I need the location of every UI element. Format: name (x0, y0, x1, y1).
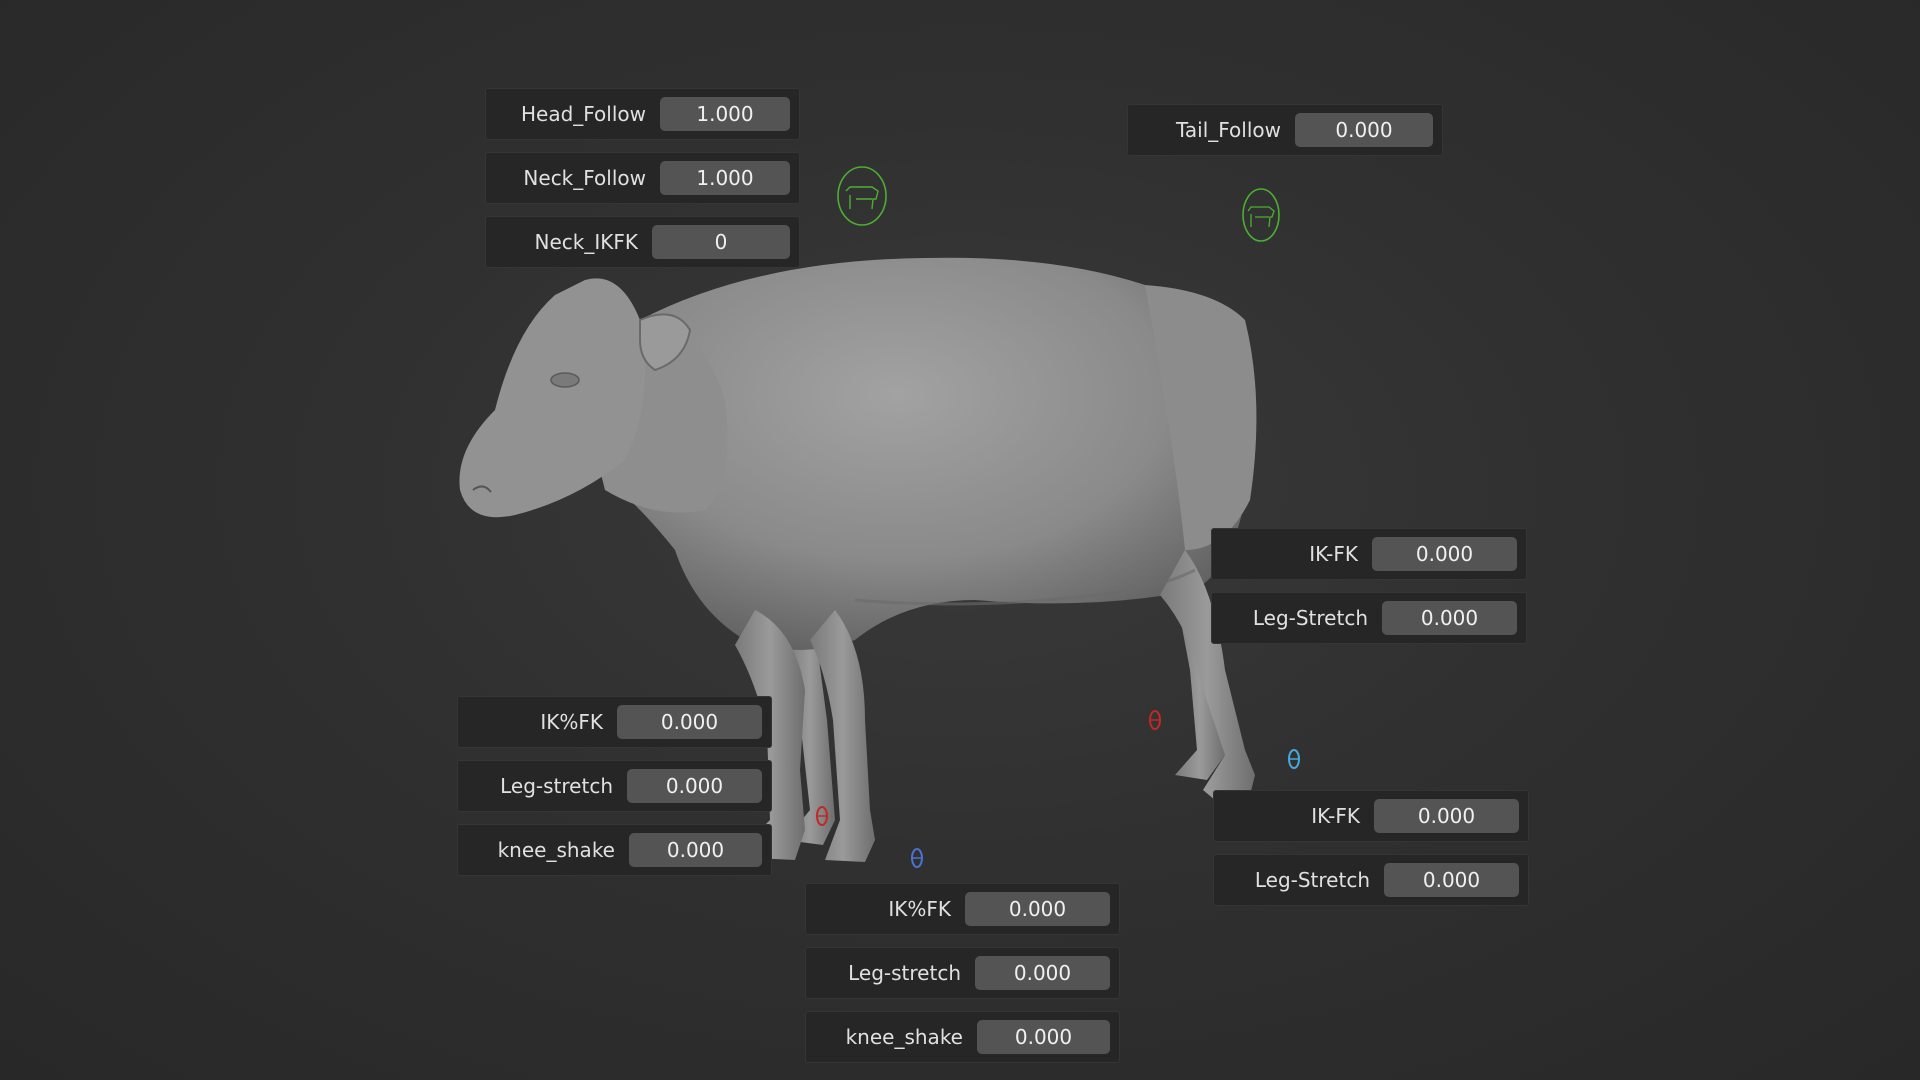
tail-follow-field[interactable]: 0.000 (1295, 113, 1433, 147)
front-right-stretch-field[interactable]: 0.000 (975, 956, 1110, 990)
front-left-stretch-row: Leg-stretch 0.000 (457, 760, 772, 812)
back-far-stretch-field[interactable]: 0.000 (1384, 863, 1519, 897)
head-follow-field[interactable]: 1.000 (660, 97, 790, 131)
front-left-stretch-field[interactable]: 0.000 (627, 769, 762, 803)
front-left-ikfk-label: IK%FK (540, 710, 603, 734)
back-near-stretch-field[interactable]: 0.000 (1382, 601, 1517, 635)
front-left-stretch-label: Leg-stretch (500, 774, 613, 798)
tail-follow-row: Tail_Follow 0.000 (1127, 104, 1443, 156)
front-left-knee-label: knee_shake (497, 838, 615, 862)
neck-follow-field[interactable]: 1.000 (660, 161, 790, 195)
3d-viewport[interactable]: Head_Follow 1.000 Neck_Follow 1.000 Neck… (0, 0, 1920, 1080)
head-control-icon[interactable] (836, 165, 888, 227)
back-far-ikfk-row: IK-FK 0.000 (1213, 790, 1529, 842)
back-right-foot-control-icon[interactable] (1287, 748, 1301, 770)
back-left-foot-control-icon[interactable] (1148, 709, 1162, 731)
back-near-stretch-label: Leg-Stretch (1252, 606, 1368, 630)
tail-follow-label: Tail_Follow (1175, 118, 1281, 142)
back-near-ikfk-row: IK-FK 0.000 (1211, 528, 1527, 580)
front-right-knee-row: knee_shake 0.000 (805, 1011, 1120, 1063)
front-right-stretch-row: Leg-stretch 0.000 (805, 947, 1120, 999)
front-left-knee-row: knee_shake 0.000 (457, 824, 772, 876)
front-left-knee-field[interactable]: 0.000 (629, 833, 762, 867)
front-right-ikfk-field[interactable]: 0.000 (965, 892, 1110, 926)
front-right-knee-label: knee_shake (845, 1025, 963, 1049)
neck-follow-label: Neck_Follow (523, 166, 646, 190)
back-near-stretch-row: Leg-Stretch 0.000 (1211, 592, 1527, 644)
front-right-ikfk-label: IK%FK (888, 897, 951, 921)
back-far-ikfk-field[interactable]: 0.000 (1374, 799, 1519, 833)
neck-ikfk-field[interactable]: 0 (652, 225, 790, 259)
tail-control-icon[interactable] (1241, 187, 1281, 243)
neck-ikfk-row: Neck_IKFK 0 (485, 216, 800, 268)
head-follow-label: Head_Follow (520, 102, 646, 126)
front-left-foot-control-icon[interactable] (815, 805, 829, 827)
front-left-ikfk-field[interactable]: 0.000 (617, 705, 762, 739)
back-near-ikfk-field[interactable]: 0.000 (1372, 537, 1517, 571)
back-far-stretch-row: Leg-Stretch 0.000 (1213, 854, 1529, 906)
front-right-knee-field[interactable]: 0.000 (977, 1020, 1110, 1054)
neck-ikfk-label: Neck_IKFK (534, 230, 638, 254)
front-right-ikfk-row: IK%FK 0.000 (805, 883, 1120, 935)
back-far-stretch-label: Leg-Stretch (1254, 868, 1370, 892)
neck-follow-row: Neck_Follow 1.000 (485, 152, 800, 204)
back-near-ikfk-label: IK-FK (1309, 542, 1358, 566)
back-far-ikfk-label: IK-FK (1311, 804, 1360, 828)
head-follow-row: Head_Follow 1.000 (485, 88, 800, 140)
front-right-stretch-label: Leg-stretch (848, 961, 961, 985)
front-right-foot-control-icon[interactable] (910, 847, 924, 869)
front-left-ikfk-row: IK%FK 0.000 (457, 696, 772, 748)
